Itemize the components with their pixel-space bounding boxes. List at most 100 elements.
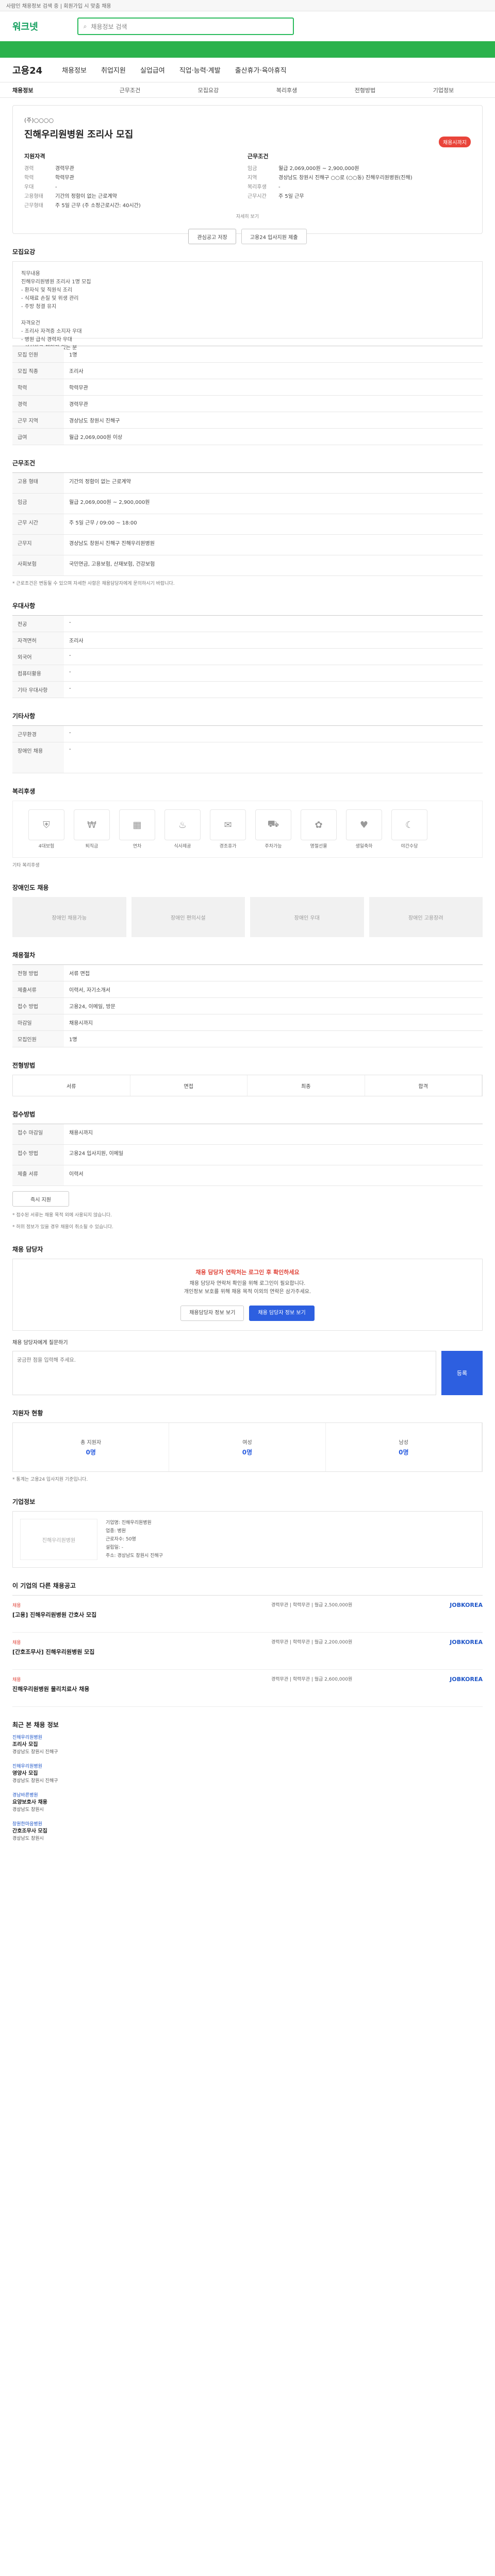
disabled-item: 장애인 편의시설 — [131, 897, 245, 937]
recent-list: 진해우리원병원 조리사 모집 경상남도 창원시 진해구 진해우리원병원 영양사 모집 경… — [12, 1734, 483, 1842]
cond-note: * 근로조건은 변동될 수 있으며 자세한 사항은 채용담당자에게 문의하시기 … — [12, 581, 175, 586]
company-logo: 진해우리원병원 — [20, 1519, 97, 1560]
tab-5[interactable]: 기업정보 — [404, 86, 483, 94]
item-title[interactable]: [고용] 진해우리원병원 간호사 모집 — [12, 1611, 271, 1619]
gnb-menu-3[interactable]: 직업·능력·계발 — [179, 65, 221, 75]
detail-link[interactable]: 자세히 보기 — [24, 213, 471, 219]
recent-title-text[interactable]: 요양보호사 채용 — [12, 1799, 238, 1806]
disabled-title: 장애인도 채용 — [12, 884, 49, 891]
q-val: - — [55, 184, 57, 190]
section-tabs: 채용정보 근무조건 모집요강 복리후생 전형방법 기업정보 — [0, 82, 495, 98]
gnb-menu-0[interactable]: 채용정보 — [62, 65, 87, 75]
recent-item[interactable]: 창원한마음병원 간호조무사 모집 경상남도 창원시 — [12, 1821, 238, 1842]
benefit-item: ♨ 식사제공 — [164, 809, 201, 849]
company-title: 기업정보 — [12, 1498, 36, 1505]
recent-title-text[interactable]: 조리사 모집 — [12, 1741, 238, 1749]
th: 모집 인원 — [12, 346, 64, 362]
item-meta: 경력무관 | 학력무관 | 월급 2,500,000원 — [271, 1603, 353, 1608]
benefit-label: 퇴직금 — [85, 844, 98, 849]
gnb-menu-2[interactable]: 실업급여 — [140, 65, 165, 75]
search-input[interactable]: ⌕ 채용정보 검색 — [77, 18, 294, 35]
extra-title: 기타사항 — [12, 713, 36, 720]
gnb-brand[interactable]: 고용24 — [12, 63, 42, 77]
meal-icon: ♨ — [164, 809, 201, 840]
th: 제출 서류 — [12, 1165, 64, 1185]
top-utility-bar: 사람인 채용정보 검색 중 | 회원가입 시 맞춤 채용 — [0, 0, 495, 11]
extra-table: 근무환경 - 장애인 채용 - — [12, 725, 483, 773]
list-item[interactable]: 채용 [고용] 진해우리원병원 간호사 모집 경력무관 | 학력무관 | 월급 2… — [12, 1596, 483, 1633]
recent-company: 창원한마음병원 — [12, 1822, 42, 1827]
td: 월급 2,069,000원 이상 — [69, 435, 123, 440]
th: 임금 — [12, 494, 64, 514]
recent-item[interactable]: 경남바른병원 요양보호사 채용 경상남도 창원시 — [12, 1792, 238, 1814]
recent-desc: 경상남도 창원시 — [12, 1807, 44, 1812]
green-banner — [0, 41, 495, 58]
tab-1[interactable]: 근무조건 — [91, 86, 169, 94]
recent-company: 진해우리원병원 — [12, 1764, 42, 1769]
benefit-label: 명절선물 — [310, 844, 327, 849]
company-box: 진해우리원병원 기업명: 진해우리원병원 업종: 병원 근로자수: 50명 설립… — [12, 1511, 483, 1568]
basic-table: 모집 인원 1명 모집 직종 조리사 학력 학력무관 경력 경력무관 근무 지역 경상남도… — [12, 346, 483, 445]
benefit-item: ☾ 야간수당 — [391, 809, 427, 849]
contact-btn-1[interactable]: 채용담당자 정보 보기 — [180, 1306, 244, 1321]
td: 채용시까지 — [69, 1021, 93, 1026]
benefit-label: 생일축하 — [355, 844, 373, 849]
disabled-grid: 장애인 채용가능 장애인 편의시설 장애인 우대 장애인 고용장려 — [12, 897, 483, 937]
gnb-menu-4[interactable]: 출산휴가·육아휴직 — [235, 65, 287, 75]
benefit-item: ♥ 생일축하 — [346, 809, 382, 849]
inquiry-label: 채용 담당자에게 질문하기 — [12, 1340, 68, 1346]
company-name[interactable]: (주)○○○○ — [24, 116, 471, 124]
disabled-item: 장애인 고용장려 — [369, 897, 483, 937]
save-button[interactable]: 관심공고 저장 — [188, 229, 236, 244]
tab-0[interactable]: 채용정보 — [12, 86, 91, 94]
condition-col: 근무조건 임금 월급 2,069,000원 ~ 2,900,000원 지역 경상남도… — [248, 152, 471, 211]
item-meta: 경력무관 | 학력무관 | 월급 2,600,000원 — [271, 1677, 353, 1682]
inquiry-submit-button[interactable]: 등록 — [441, 1351, 483, 1395]
inquiry-textarea[interactable] — [12, 1351, 436, 1395]
contact-btn-2[interactable]: 채용 담당자 정보 보기 — [249, 1306, 315, 1321]
benefit-item: ₩ 퇴직금 — [74, 809, 110, 849]
recent-title-text[interactable]: 간호조무사 모집 — [12, 1828, 238, 1835]
stats-box: 총 지원자 0명 여성 0명 남성 0명 — [12, 1422, 483, 1472]
th: 마감일 — [12, 1014, 64, 1030]
recent-item[interactable]: 진해우리원병원 조리사 모집 경상남도 창원시 진해구 — [12, 1734, 238, 1756]
apply-button[interactable]: 고용24 입사지원 제출 — [241, 229, 307, 244]
moon-icon: ☾ — [391, 809, 427, 840]
tab-4[interactable]: 전형방법 — [326, 86, 404, 94]
site-logo[interactable]: 워크넷 — [12, 20, 38, 33]
process-title: 채용절차 — [12, 952, 36, 959]
th: 접수 마감일 — [12, 1124, 64, 1144]
benefit-label: 연차 — [133, 844, 142, 849]
th: 컴퓨터활용 — [12, 665, 64, 681]
gnb-menu-1[interactable]: 취업지원 — [101, 65, 126, 75]
stat-label: 여성 — [242, 1440, 252, 1446]
td: 경상남도 창원시 진해구 진해우리원병원 — [69, 541, 155, 547]
apply-title: 접수방법 — [12, 1111, 36, 1118]
step: 서류 — [13, 1075, 130, 1096]
td: - — [69, 653, 71, 658]
c-val: 월급 2,069,000원 ~ 2,900,000원 — [278, 166, 359, 172]
th: 경력 — [12, 396, 64, 412]
tab-3[interactable]: 복리후생 — [248, 86, 326, 94]
site-logo: JOBKOREA — [450, 1639, 483, 1646]
apply-now-button[interactable]: 즉시 지원 — [12, 1191, 69, 1207]
site-logo: JOBKOREA — [450, 1676, 483, 1683]
list-item[interactable]: 채용 진해우리원병원 물리치료사 채용 경력무관 | 학력무관 | 월급 2,60… — [12, 1670, 483, 1707]
item-title[interactable]: 진해우리원병원 물리치료사 채용 — [12, 1685, 271, 1693]
recent-title-text[interactable]: 영양사 모집 — [12, 1770, 238, 1777]
list-item[interactable]: 채용 [간호조무사] 진해우리원병원 모집 경력무관 | 학력무관 | 월급 2,… — [12, 1633, 483, 1670]
recent-desc: 경상남도 창원시 진해구 — [12, 1778, 58, 1784]
method-title: 전형방법 — [12, 1062, 36, 1069]
cond-title: 근무조건 — [12, 460, 36, 467]
money-icon: ₩ — [74, 809, 110, 840]
item-title[interactable]: [간호조무사] 진해우리원병원 모집 — [12, 1648, 271, 1656]
th: 근무환경 — [12, 726, 64, 742]
qualification-col: 지원자격 경력 경력무관 학력 학력무관 우대 - 고용형태 기간의 정함이 없는 근로… — [24, 152, 248, 211]
tab-2[interactable]: 모집요강 — [169, 86, 248, 94]
recent-item[interactable]: 진해우리원병원 영양사 모집 경상남도 창원시 진해구 — [12, 1763, 238, 1785]
item-tag: 채용 — [12, 1640, 21, 1646]
recent-desc: 경상남도 창원시 — [12, 1836, 44, 1841]
recruit-text: 직무내용 진해우리원병원 조리사 1명 모집 - 환자식 및 직원식 조리 - … — [12, 261, 483, 351]
benefit-label: 4대보험 — [38, 844, 55, 849]
c-key: 지역 — [248, 175, 257, 181]
